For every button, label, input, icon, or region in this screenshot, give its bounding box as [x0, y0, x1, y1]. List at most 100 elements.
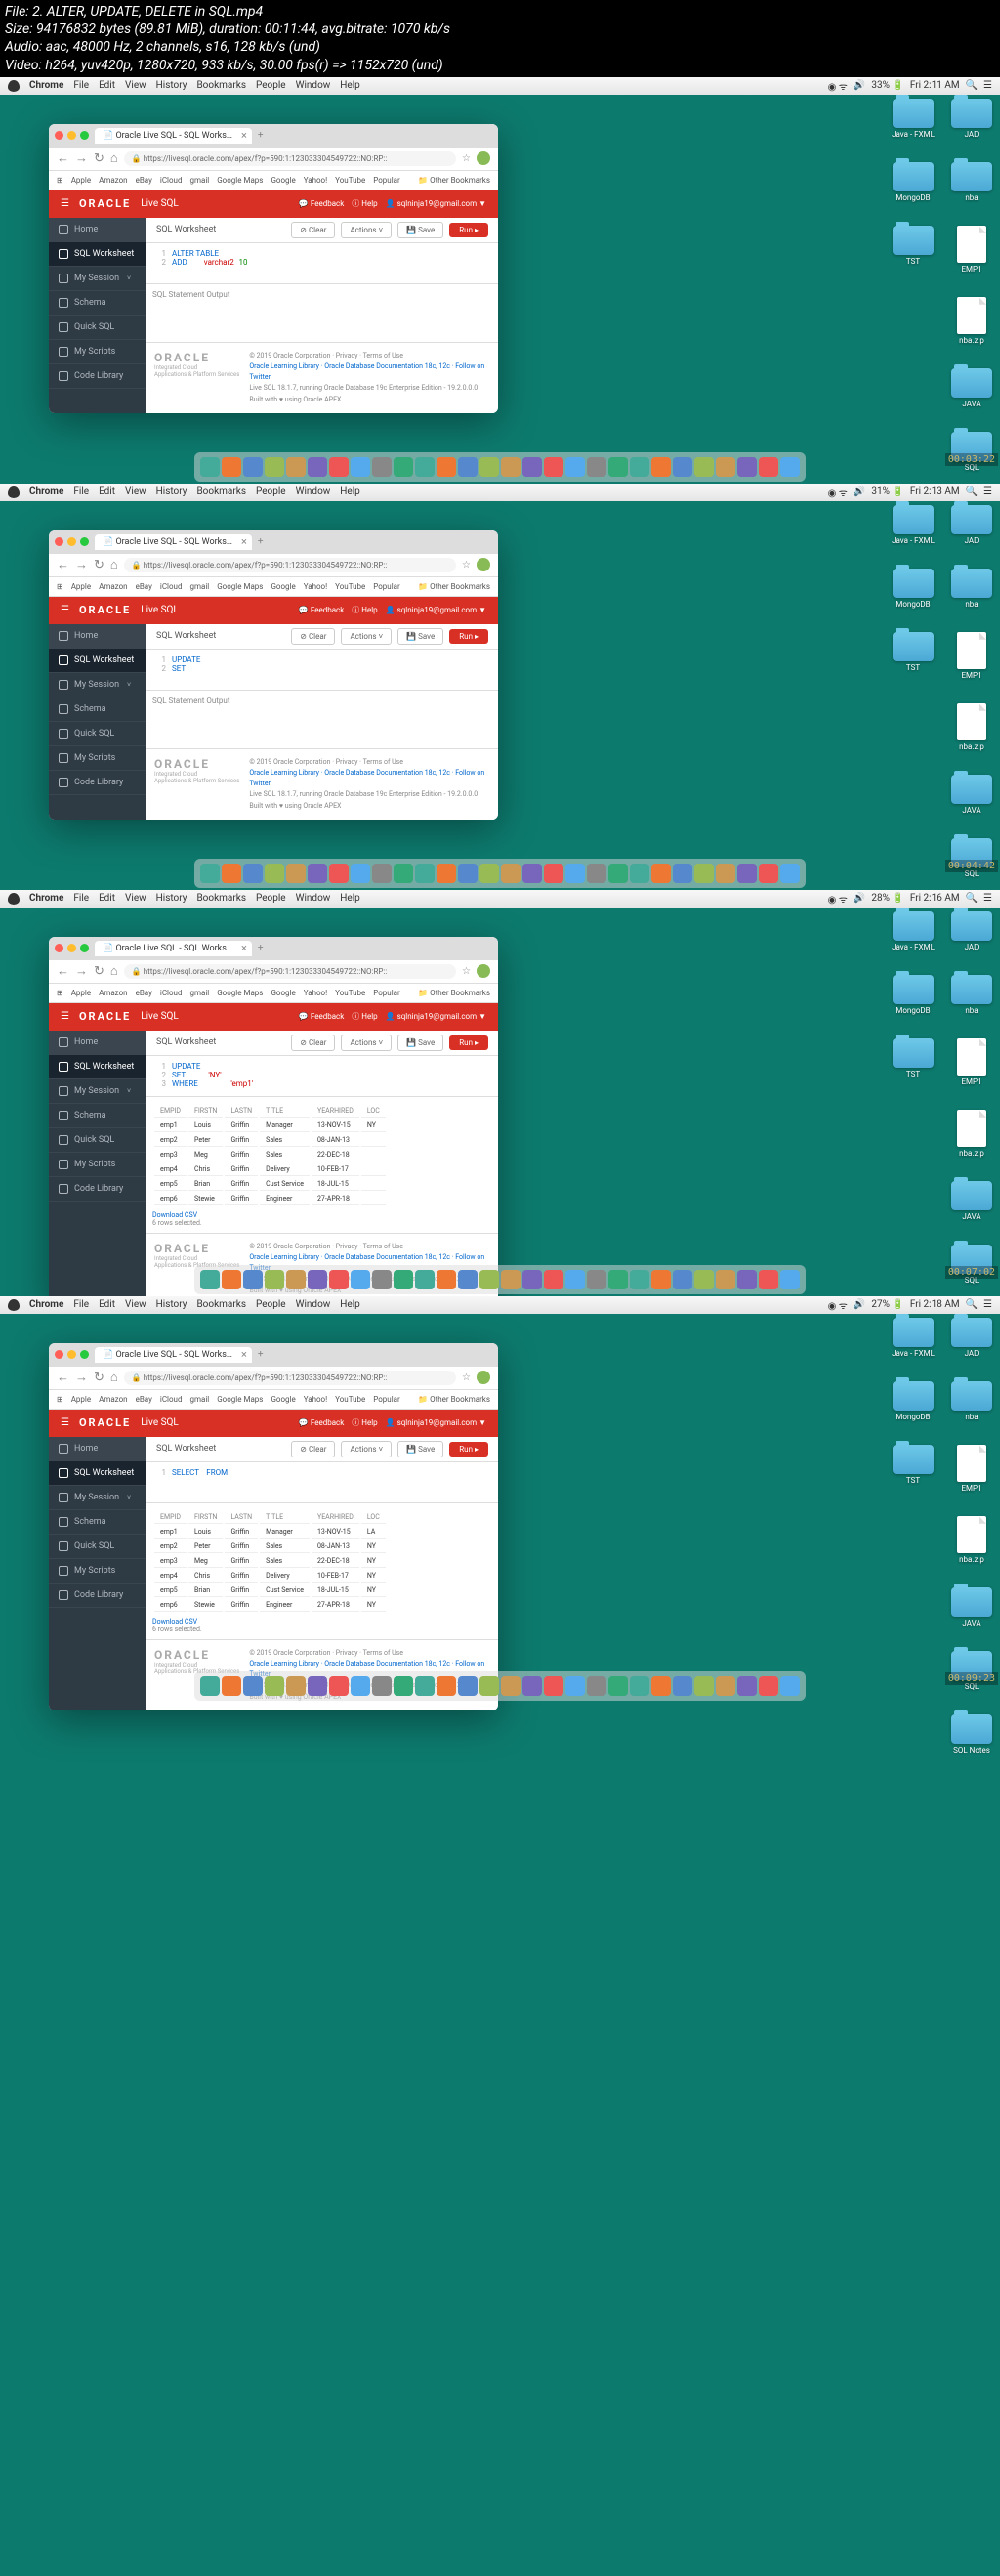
- dock-icon[interactable]: [372, 1270, 392, 1289]
- menu-item[interactable]: Window: [296, 80, 331, 91]
- dock-icon[interactable]: [651, 1676, 671, 1696]
- apps-icon[interactable]: ⊞: [57, 989, 63, 997]
- bookmark-item[interactable]: gmail: [189, 989, 209, 997]
- dock-icon[interactable]: [437, 864, 456, 883]
- help-link[interactable]: ⓘ Help: [352, 1417, 377, 1428]
- dock-icon[interactable]: [673, 457, 692, 477]
- dock-icon[interactable]: [544, 1270, 563, 1289]
- sidebar-item[interactable]: My Scripts: [49, 340, 146, 364]
- apps-icon[interactable]: ⊞: [57, 176, 63, 185]
- browser-tab[interactable]: 📄 Oracle Live SQL - SQL Works…×: [95, 1347, 252, 1363]
- reload-button[interactable]: ↻: [94, 151, 104, 166]
- menu-item[interactable]: Bookmarks: [196, 893, 246, 904]
- terms-link[interactable]: Terms of Use: [363, 352, 403, 359]
- run-button[interactable]: Run ▸: [449, 223, 488, 237]
- dock-icon[interactable]: [759, 1676, 778, 1696]
- bookmark-item[interactable]: Google: [271, 1395, 295, 1404]
- dock-icon[interactable]: [351, 864, 370, 883]
- user-menu[interactable]: 👤 sqlninja19@gmail.com ▼: [386, 1012, 486, 1021]
- dock-icon[interactable]: [673, 1676, 692, 1696]
- bookmark-item[interactable]: Amazon: [99, 582, 127, 591]
- menu-item[interactable]: People: [256, 1299, 286, 1310]
- dock-icon[interactable]: [759, 1270, 778, 1289]
- dock-icon[interactable]: [737, 1270, 757, 1289]
- run-button[interactable]: Run ▸: [449, 629, 488, 644]
- menu-item[interactable]: Edit: [99, 80, 115, 91]
- menu-item[interactable]: Window: [296, 893, 331, 904]
- dock-icon[interactable]: [458, 1676, 478, 1696]
- bookmark-item[interactable]: eBay: [136, 1395, 152, 1404]
- close-icon[interactable]: [55, 1350, 63, 1359]
- dock-icon[interactable]: [394, 1270, 413, 1289]
- reload-button[interactable]: ↻: [94, 1371, 104, 1385]
- desktop-icon[interactable]: MongoDB: [893, 569, 934, 609]
- volume-icon[interactable]: 🔊: [854, 1299, 865, 1310]
- sidebar-item[interactable]: SQL Worksheet: [49, 1461, 146, 1486]
- dock-icon[interactable]: [694, 864, 714, 883]
- actions-dropdown[interactable]: Actions ˅: [341, 1441, 392, 1457]
- bookmark-item[interactable]: Apple: [71, 989, 91, 997]
- menu-item[interactable]: People: [256, 486, 286, 497]
- bookmark-icon[interactable]: ☆: [462, 560, 471, 570]
- dock-icon[interactable]: [222, 457, 241, 477]
- terms-link[interactable]: Terms of Use: [363, 758, 403, 766]
- avatar-icon[interactable]: [477, 1371, 490, 1384]
- dock-icon[interactable]: [608, 1270, 628, 1289]
- bookmark-item[interactable]: eBay: [136, 176, 152, 185]
- help-link[interactable]: ⓘ Help: [352, 1011, 377, 1022]
- volume-icon[interactable]: 🔊: [854, 80, 865, 91]
- close-icon[interactable]: [55, 131, 63, 140]
- dock-icon[interactable]: [200, 864, 220, 883]
- sidebar-item[interactable]: Home: [49, 1031, 146, 1055]
- menu-item[interactable]: File: [73, 1299, 89, 1310]
- code-editor[interactable]: 1SELECT * FROM Employees;: [146, 1462, 498, 1503]
- dock-icon[interactable]: [651, 864, 671, 883]
- back-button[interactable]: ←: [57, 1370, 69, 1385]
- dock-icon[interactable]: [737, 457, 757, 477]
- menu-item[interactable]: View: [125, 1299, 146, 1310]
- avatar-icon[interactable]: [477, 964, 490, 978]
- dock-icon[interactable]: [222, 1676, 241, 1696]
- dock-icon[interactable]: [544, 457, 563, 477]
- desktop-icon[interactable]: Java - FXML: [892, 911, 935, 951]
- maximize-icon[interactable]: [80, 944, 89, 952]
- dock-icon[interactable]: [372, 1676, 392, 1696]
- dock-icon[interactable]: [630, 457, 649, 477]
- browser-tab[interactable]: 📄 Oracle Live SQL - SQL Works…×: [95, 128, 252, 144]
- dock-icon[interactable]: [329, 1676, 349, 1696]
- dock-icon[interactable]: [759, 457, 778, 477]
- dock-icon[interactable]: [458, 1270, 478, 1289]
- desktop-icon[interactable]: JAD: [951, 911, 992, 951]
- home-button[interactable]: ⌂: [110, 150, 118, 166]
- desktop-icon[interactable]: JAD: [951, 99, 992, 139]
- bookmark-icon[interactable]: ☆: [462, 966, 471, 977]
- dock-icon[interactable]: [308, 457, 327, 477]
- dock-icon[interactable]: [394, 864, 413, 883]
- dock-icon[interactable]: [630, 1270, 649, 1289]
- dock-icon[interactable]: [716, 864, 735, 883]
- feedback-link[interactable]: 💬 Feedback: [299, 1418, 344, 1427]
- bookmark-item[interactable]: Popular: [373, 582, 399, 591]
- dock-icon[interactable]: [565, 864, 585, 883]
- back-button[interactable]: ←: [57, 150, 69, 166]
- home-button[interactable]: ⌂: [110, 557, 118, 572]
- dock-icon[interactable]: [694, 1676, 714, 1696]
- dock-icon[interactable]: [630, 1676, 649, 1696]
- sidebar-item[interactable]: Schema: [49, 697, 146, 722]
- address-bar[interactable]: 🔒 https://livesql.oracle.com/apex/f?p=59…: [124, 964, 456, 979]
- new-tab-button[interactable]: +: [258, 1349, 264, 1360]
- save-button[interactable]: 💾 Save: [397, 222, 443, 238]
- dock-icon[interactable]: [522, 1270, 542, 1289]
- apple-icon[interactable]: [8, 893, 20, 905]
- menu-icon[interactable]: ☰: [983, 893, 992, 904]
- volume-icon[interactable]: 🔊: [854, 893, 865, 904]
- dock-icon[interactable]: [716, 457, 735, 477]
- bookmark-item[interactable]: Yahoo!: [304, 582, 327, 591]
- dock-icon[interactable]: [243, 457, 263, 477]
- save-button[interactable]: 💾 Save: [397, 628, 443, 645]
- run-button[interactable]: Run ▸: [449, 1442, 488, 1457]
- dock-icon[interactable]: [308, 1676, 327, 1696]
- forward-button[interactable]: →: [75, 150, 88, 166]
- dock-icon[interactable]: [673, 864, 692, 883]
- actions-dropdown[interactable]: Actions ˅: [341, 222, 392, 238]
